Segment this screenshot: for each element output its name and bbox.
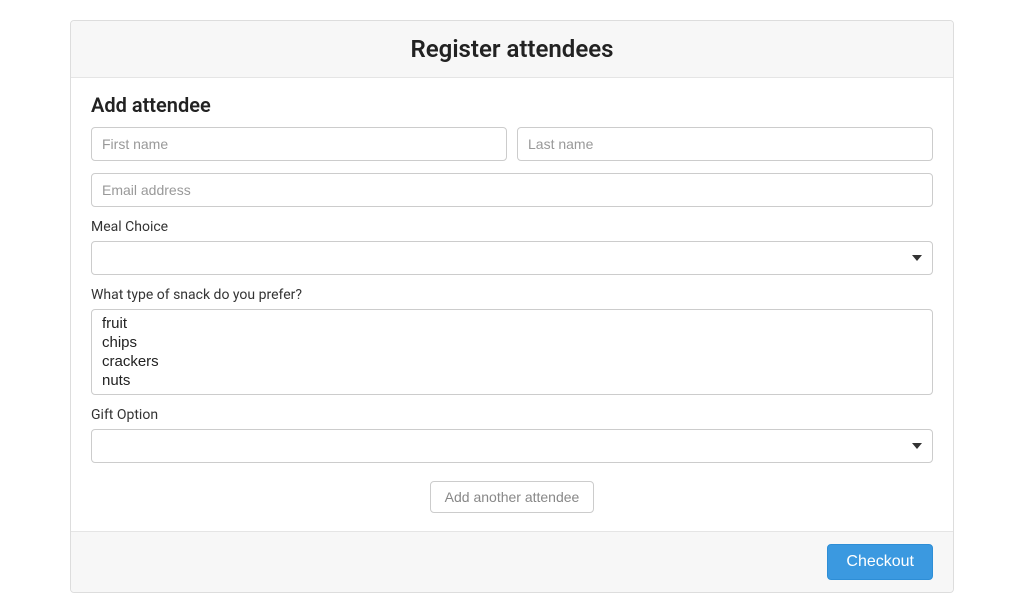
panel-body: Add attendee Meal Choice What type of sn… [71,78,953,531]
snack-select[interactable]: fruitchipscrackersnuts [91,309,933,395]
snack-option[interactable]: fruit [98,314,926,333]
add-another-button[interactable]: Add another attendee [430,481,595,513]
panel-footer: Checkout [71,531,953,592]
snack-option[interactable]: nuts [98,371,926,390]
section-title: Add attendee [91,93,933,117]
gift-select[interactable] [91,429,933,463]
first-name-input[interactable] [91,127,507,161]
snack-option[interactable]: crackers [98,352,926,371]
gift-label: Gift Option [91,407,933,423]
meal-select[interactable] [91,241,933,275]
last-name-input[interactable] [517,127,933,161]
register-panel: Register attendees Add attendee Meal Cho… [70,20,954,593]
snack-option[interactable]: chips [98,333,926,352]
page-title: Register attendees [91,35,933,63]
email-input[interactable] [91,173,933,207]
name-row [91,127,933,161]
meal-label: Meal Choice [91,219,933,235]
panel-header: Register attendees [71,21,953,78]
snack-label: What type of snack do you prefer? [91,287,933,303]
